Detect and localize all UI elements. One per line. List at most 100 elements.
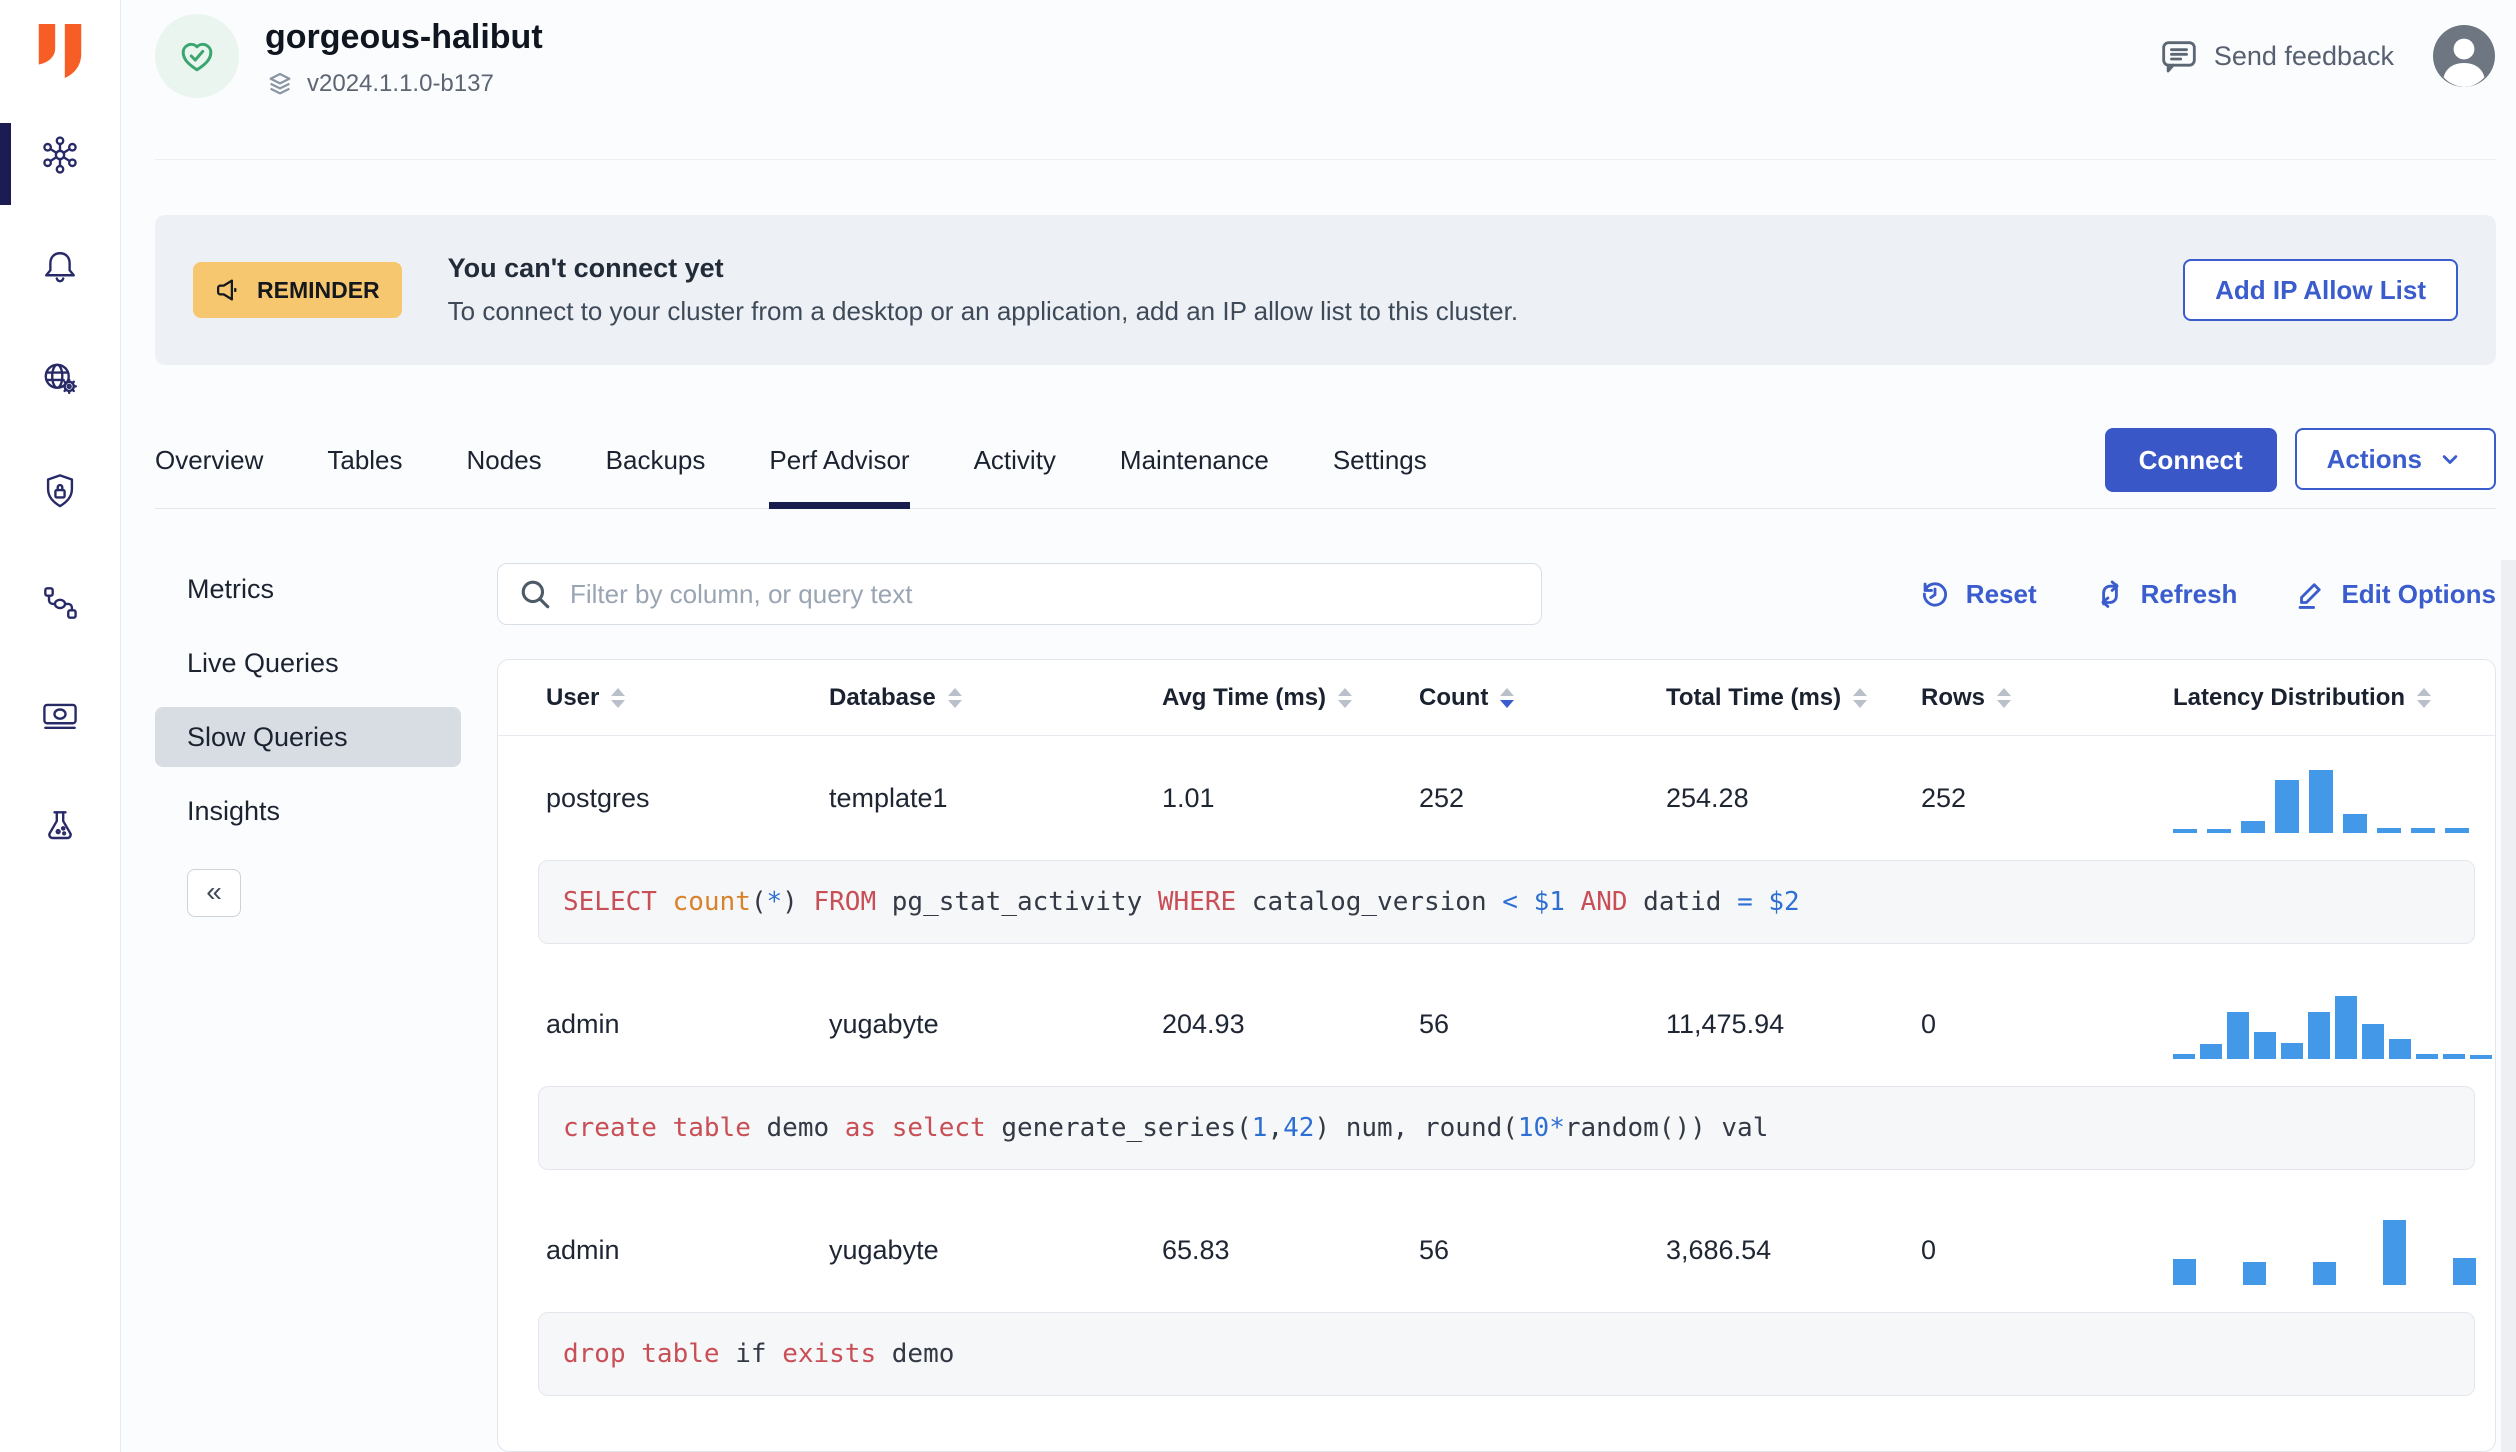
latency-histogram [2173,1215,2495,1285]
histogram-bar [2254,1032,2276,1059]
header-right: Send feedback [2159,14,2496,88]
histogram-bar [2335,996,2357,1059]
table-body: postgres template1 1.01 252 254.28 252 SELECT … [498,736,2495,1396]
connect-button[interactable]: Connect [2104,428,2277,492]
perf-advisor-workspace: Metrics Live Queries Slow Queries Insights … [155,509,2496,1452]
tab-backups[interactable]: Backups [606,445,706,508]
subnav-item-insights[interactable]: Insights [155,781,461,841]
reset-button[interactable]: Reset [1918,577,2037,611]
megaphone-icon [217,279,237,301]
yugabyte-logo-icon[interactable] [33,22,87,82]
column-header-rows[interactable]: Rows [1921,684,2173,712]
alerts-bell-icon[interactable] [37,244,83,290]
filter-input[interactable] [568,577,1521,611]
reminder-banner: REMINDER You can't connect yet To connec… [155,215,2496,365]
column-label: Latency Distribution [2173,683,2406,711]
column-header-latency-distribution[interactable]: Latency Distribution [2173,684,2495,712]
history-reset-icon [1922,582,1947,607]
cell-count: 252 [1419,782,1465,813]
user-avatar[interactable] [2432,24,2496,88]
cell-user: admin [546,1234,620,1265]
cell-total-time-ms: 11,475.94 [1666,1008,1785,1039]
histogram-bar [2443,1054,2465,1059]
query-text-block: create table demo as select generate_ser… [538,1086,2475,1170]
histogram-bar [2416,1054,2438,1059]
tab-perf-advisor[interactable]: Perf Advisor [769,445,910,509]
cluster-header: gorgeous-halibut v2024.1.1.0-b137 Send f… [155,0,2496,160]
clusters-network-icon[interactable] [37,132,83,178]
actions-dropdown-button[interactable]: Actions [2294,428,2496,490]
cluster-tabs: Overview Tables Nodes Backups Perf Advisor Ac… [155,445,1427,509]
cluster-name: gorgeous-halibut [265,18,543,56]
layers-icon [269,72,291,95]
table-row[interactable]: admin yugabyte 204.93 56 11,475.94 0 [498,962,2495,1086]
tab-activity[interactable]: Activity [974,445,1056,508]
send-feedback-button[interactable]: Send feedback [2159,36,2394,76]
subnav-item-slow-queries[interactable]: Slow Queries [155,707,461,767]
feedback-bubble-icon [2162,41,2196,73]
sort-arrows-icon [947,687,962,708]
tabs-row: Overview Tables Nodes Backups Perf Advisor Ac… [155,428,2496,509]
sort-arrows-icon [2417,687,2432,708]
tab-actions: Connect Actions [2104,428,2496,492]
edit-options-label: Edit Options [2341,578,2496,609]
security-shield-lock-icon[interactable] [37,468,83,514]
reminder-badge: REMINDER [193,262,402,318]
column-header-database[interactable]: Database [829,684,1162,712]
cell-total-time-ms: 3,686.54 [1666,1234,1772,1265]
perf-subnav: Metrics Live Queries Slow Queries Insights [155,559,497,841]
integrations-flow-icon[interactable] [37,580,83,626]
column-header-total-time-ms[interactable]: Total Time (ms) [1666,684,1921,712]
tab-maintenance[interactable]: Maintenance [1120,445,1269,508]
column-header-count[interactable]: Count [1419,684,1666,712]
histogram-bar [2343,814,2367,833]
slow-queries-panel: Reset Refresh [497,509,2496,1452]
cell-user: admin [546,1008,620,1039]
refresh-label: Refresh [2140,578,2238,609]
latency-histogram [2173,989,2495,1059]
cell-database: yugabyte [829,1008,939,1039]
tab-nodes[interactable]: Nodes [467,445,542,508]
column-label: Rows [1921,683,1986,711]
tab-overview[interactable]: Overview [155,445,263,508]
column-header-avg-time-ms[interactable]: Avg Time (ms) [1162,684,1419,712]
actions-label: Actions [2326,443,2422,474]
histogram-bar [2207,829,2231,833]
cluster-identity: gorgeous-halibut v2024.1.1.0-b137 [155,14,543,99]
edit-options-button[interactable]: Edit Options [2293,577,2496,611]
add-ip-allow-list-button[interactable]: Add IP Allow List [2183,259,2458,321]
edit-pencil-icon [2299,583,2322,609]
subnav-item-live-queries[interactable]: Live Queries [155,633,461,693]
labs-flask-icon[interactable] [37,804,83,850]
column-label: Avg Time (ms) [1162,683,1327,711]
column-label: Count [1419,683,1489,711]
slow-queries-table: User Database Avg Time (ms) Count Total Time… [497,659,2496,1452]
cell-avg-time-ms: 1.01 [1162,782,1215,813]
table-row[interactable]: admin yugabyte 65.83 56 3,686.54 0 [498,1188,2495,1312]
collapse-sidebar-button[interactable]: « [187,869,241,917]
chevron-down-icon [2442,455,2458,464]
scrollbar-track[interactable] [2501,560,2516,1452]
cluster-health-icon [155,14,239,98]
cluster-version: v2024.1.1.0-b137 [307,70,494,97]
main-area: gorgeous-halibut v2024.1.1.0-b137 Send f… [121,0,2516,1452]
histogram-bar [2313,1262,2336,1285]
tab-settings[interactable]: Settings [1333,445,1427,508]
table-row[interactable]: postgres template1 1.01 252 254.28 252 [498,736,2495,860]
histogram-bar [2173,829,2197,833]
billing-money-icon[interactable] [37,692,83,738]
subnav-item-metrics[interactable]: Metrics [155,559,461,619]
histogram-bar [2243,1262,2266,1285]
filter-box [497,563,1542,625]
histogram-bar [2389,1039,2411,1059]
cell-count: 56 [1419,1234,1450,1265]
refresh-button[interactable]: Refresh [2093,577,2238,611]
search-icon [521,580,550,609]
network-globe-settings-icon[interactable] [37,356,83,402]
cell-latency-distribution [2173,1215,2495,1285]
tab-tables[interactable]: Tables [327,445,402,508]
send-feedback-label: Send feedback [2213,40,2394,71]
column-header-user[interactable]: User [546,684,829,712]
histogram-bar [2308,1012,2330,1059]
banner-text: You can't connect yet To connect to your… [448,253,2137,327]
